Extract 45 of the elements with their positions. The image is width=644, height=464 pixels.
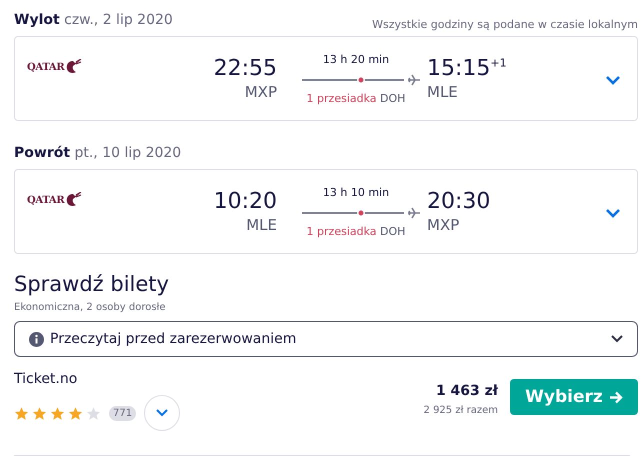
chevron-down-icon [156,409,168,417]
oryx-icon [64,192,82,208]
arrival-airport: MXP [427,216,460,234]
star-icon [50,406,65,420]
agent-name: Ticket.no [14,371,78,387]
stops-count: 1 przesiadka [306,92,377,104]
departure-airport: MLE [246,216,277,234]
flight-duration: 13 h 10 min [322,186,390,198]
leg-title: Powrót pt., 10 lip 2020 [14,145,182,161]
leg-title: Wylot czw., 2 lip 2020 [14,12,173,28]
plane-icon [408,206,420,218]
section-title: Sprawdź bilety [14,272,170,296]
departure-airport: MXP [244,83,277,101]
arrival-time: 15:15 [427,56,490,81]
total-price: 2 925 zł razem [424,405,498,416]
arrival-airport: MLE [427,83,459,101]
chevron-down-icon [611,335,623,343]
arrival-time: 20:30 [427,189,490,214]
flight-card[interactable]: QATAR 10:20 MLE 13 h 10 min 1 przesiadka DOH 20:30 MXP [14,169,638,254]
star-icon [68,406,83,420]
info-icon [29,332,44,346]
star-icon [32,406,47,420]
departure-time: 10:20 [214,189,277,214]
flight-duration: 13 h 20 min [322,52,390,66]
stop-airport: DOH [380,92,406,104]
review-count: 771 [109,406,136,420]
plane-icon [408,74,420,86]
chevron-down-icon [605,75,621,85]
expand-button[interactable] [144,395,180,431]
notice-dropdown[interactable]: Przeczytaj przed zarezerwowaniem [14,321,638,357]
cabin-info: Ekonomiczna, 2 osoby dorosłe [14,302,167,313]
chevron-down-icon [605,208,621,218]
star-icon [14,406,29,420]
stop-airport: DOH [380,224,406,238]
arrow-right-icon [608,390,623,404]
oryx-icon [64,59,82,75]
timezone-note: Wszystkie godziny są podane w czasie lokalnym [372,18,638,31]
airline-logo-text: QATAR [27,194,64,206]
stops-count: 1 przesiadka [306,224,377,238]
flight-card[interactable]: QATAR 22:55 MXP 13 h 20 min 1 przesiadka DOH 15:15$^{+1}$ MLE [14,36,638,121]
star-icon [86,406,101,420]
departure-time: 22:55 [214,56,277,81]
price-per-person: 1 463 zł [436,383,498,399]
airline-logo-text: QATAR [27,62,64,72]
day-offset: +1 [490,56,507,70]
